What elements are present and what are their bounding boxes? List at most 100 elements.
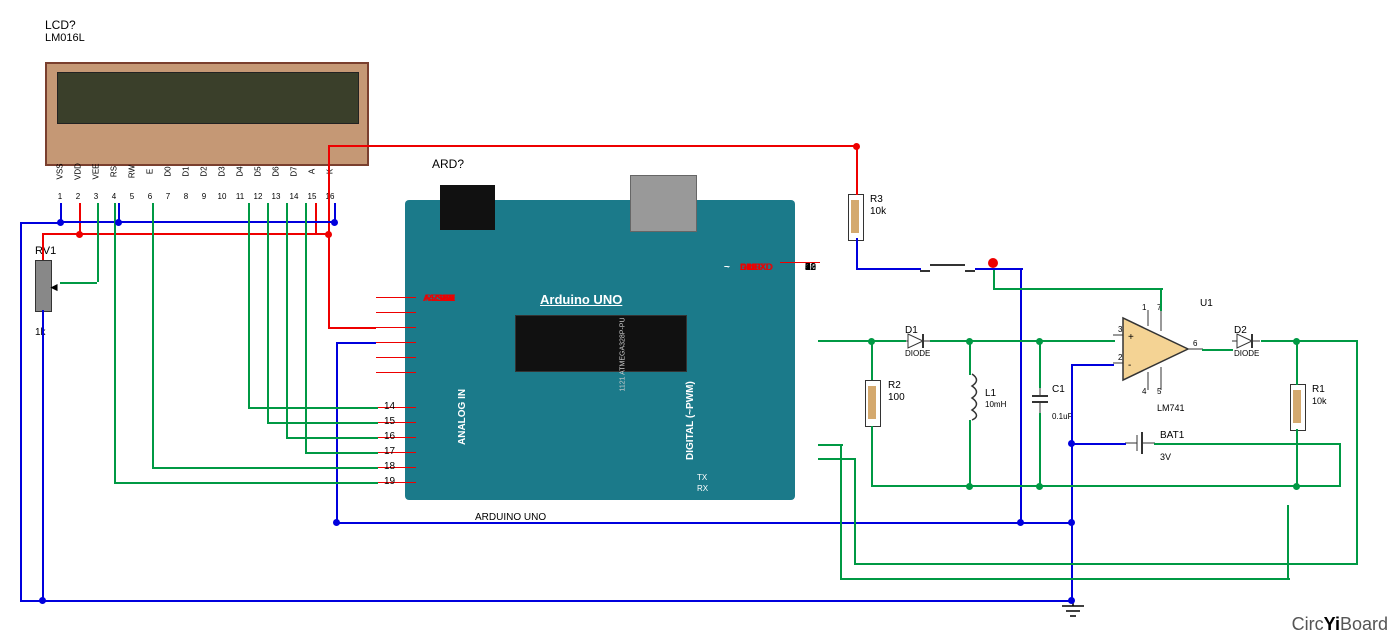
junction-icon [1068, 597, 1075, 604]
wire [818, 458, 856, 460]
r1-value: 10k [1312, 396, 1327, 406]
u1-pin1: 1 [1142, 303, 1146, 312]
wire [1039, 413, 1041, 486]
wire [993, 288, 1163, 290]
wire [856, 268, 921, 270]
r1-ref: R1 [1312, 384, 1325, 395]
u1-pin5: 5 [1157, 387, 1161, 396]
pot-ref: RV1 [35, 245, 56, 257]
u1-ref: U1 [1200, 298, 1213, 309]
wire [993, 270, 995, 290]
wire [97, 203, 99, 282]
wire [42, 233, 317, 235]
wire [871, 426, 873, 486]
d1-component [903, 332, 933, 350]
wire [42, 310, 44, 325]
analog-in-label: ANALOG IN [457, 389, 468, 445]
wire [267, 203, 269, 422]
wire [1071, 364, 1073, 444]
r1-component [1290, 384, 1306, 431]
lcd-ref: LCD? [45, 18, 76, 32]
wire [79, 203, 81, 233]
junction-icon [76, 231, 83, 238]
svg-text:-: - [1128, 360, 1131, 371]
wire [1160, 288, 1162, 311]
wire [286, 437, 378, 439]
wire [60, 282, 97, 284]
junction-icon [868, 338, 875, 345]
lcd-model: LM016L [45, 32, 85, 44]
u1-component: + - [1113, 310, 1213, 390]
lcd-component [45, 62, 369, 166]
wire [840, 578, 1290, 580]
l1-ref: L1 [985, 388, 996, 399]
wire [114, 203, 116, 482]
lcd-pin-numbers: 12345678910111213141516 [51, 191, 339, 202]
wire [1356, 340, 1358, 565]
r3-value: 10k [870, 206, 886, 217]
pot-wiper-icon: ◄ [48, 280, 60, 294]
wire [1287, 505, 1289, 580]
wire [1154, 443, 1341, 445]
wire [305, 452, 378, 454]
junction-icon [331, 219, 338, 226]
wire [336, 342, 338, 522]
wire [42, 233, 44, 260]
wire [60, 221, 335, 223]
bat-value: 3V [1160, 452, 1171, 462]
wire [856, 238, 858, 268]
u1-pin2: 2 [1118, 353, 1122, 362]
wire [336, 342, 376, 344]
wire [152, 203, 154, 469]
wire [975, 268, 1023, 270]
junction-icon [57, 219, 64, 226]
junction-icon [333, 519, 340, 526]
wire [818, 340, 873, 342]
wire [1296, 429, 1298, 487]
l1-value: 10mH [985, 400, 1006, 409]
junction-icon [1068, 440, 1075, 447]
u1-pin4: 4 [1142, 387, 1146, 396]
wire [20, 222, 62, 224]
r3-ref: R3 [870, 194, 883, 205]
wire [328, 145, 858, 147]
digital-pwm-label: DIGITAL (~PWM) [685, 381, 696, 460]
junction-icon [1036, 483, 1043, 490]
junction-icon [325, 231, 332, 238]
tx-label: TX [697, 473, 707, 482]
r2-ref: R2 [888, 380, 901, 391]
arduino-dc-jack [440, 185, 495, 230]
d1-value: DIODE [905, 349, 930, 358]
arduino-title: Arduino UNO [540, 292, 622, 307]
wire [871, 485, 1341, 487]
wire [328, 327, 376, 329]
wire [856, 145, 858, 195]
wire [854, 458, 856, 564]
lcd-screen [57, 72, 359, 124]
c1-component [1030, 386, 1050, 414]
u1-pin6: 6 [1193, 339, 1197, 348]
wire [969, 340, 971, 375]
wire [930, 340, 1115, 342]
r2-component [865, 380, 881, 427]
wire [20, 600, 1074, 602]
u1-pin3: 3 [1118, 325, 1122, 334]
wire [1296, 340, 1358, 342]
l1-component [963, 372, 981, 422]
wire [1202, 349, 1233, 351]
bat-ref: BAT1 [1160, 430, 1184, 441]
junction-icon [1036, 338, 1043, 345]
junction-icon [1017, 519, 1024, 526]
circuit-diagram: LCD? LM016L VSSVDDVEERSRWED0D1D2D3D4D5D6… [0, 0, 1400, 643]
wire [1296, 340, 1298, 385]
junction-icon [966, 483, 973, 490]
bat-component [1125, 432, 1155, 454]
junction-icon [39, 597, 46, 604]
wire [871, 340, 873, 380]
junction-icon [115, 219, 122, 226]
wire [871, 340, 906, 342]
svg-text:+: + [1128, 332, 1134, 343]
wire [315, 203, 317, 233]
d2-value: DIODE [1234, 349, 1259, 358]
wire [248, 203, 250, 407]
